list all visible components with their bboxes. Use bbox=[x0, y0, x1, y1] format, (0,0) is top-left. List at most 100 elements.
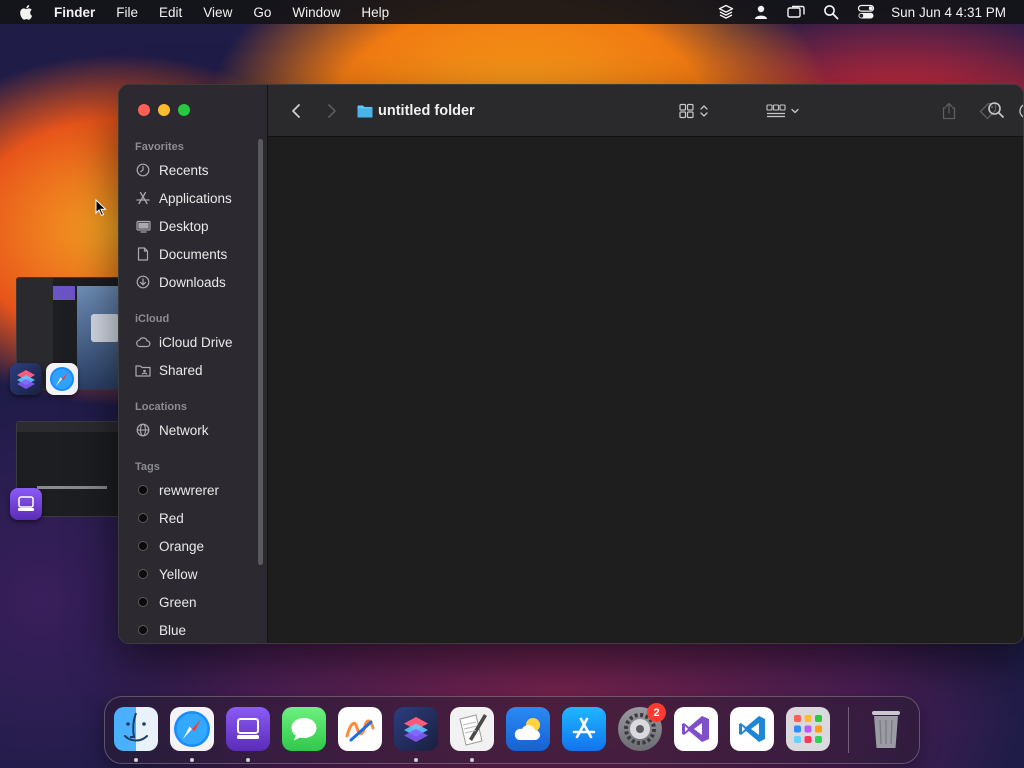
tag-dot-icon bbox=[138, 625, 148, 635]
thumbnail-header-block bbox=[53, 286, 75, 300]
menu-finder[interactable]: Finder bbox=[54, 5, 95, 20]
shortcuts-dock-icon[interactable] bbox=[394, 707, 438, 751]
running-indicator bbox=[134, 758, 138, 762]
running-indicator bbox=[190, 758, 194, 762]
search-icon[interactable] bbox=[984, 98, 1008, 122]
finder-sidebar: Favorites Recents Applications Desktop D… bbox=[119, 85, 268, 643]
window-title: untitled folder bbox=[357, 100, 475, 122]
launchpad-dock-icon[interactable] bbox=[786, 707, 830, 751]
sidebar-section-icloud: iCloud bbox=[135, 313, 170, 325]
tag-dot-icon bbox=[138, 541, 148, 551]
close-button[interactable] bbox=[138, 104, 150, 116]
sidebar-item-applications[interactable]: Applications bbox=[135, 186, 260, 210]
sidebar-section-tags: Tags bbox=[135, 461, 160, 473]
sidebar-section-favorites: Favorites bbox=[135, 141, 184, 153]
weather-dock-icon[interactable] bbox=[506, 707, 550, 751]
menu-view[interactable]: View bbox=[203, 5, 232, 20]
app-store-dock-icon[interactable] bbox=[562, 707, 606, 751]
download-icon bbox=[135, 274, 151, 290]
sidebar-item-network[interactable]: Network bbox=[135, 418, 260, 442]
safari-app-thumb-icon[interactable] bbox=[46, 363, 78, 395]
trash-dock-icon[interactable] bbox=[864, 707, 908, 751]
script-editor-dock-icon[interactable] bbox=[450, 707, 494, 751]
sidebar-item-desktop[interactable]: Desktop bbox=[135, 214, 260, 238]
sidebar-item-label: iCloud Drive bbox=[159, 334, 233, 350]
share-icon[interactable] bbox=[936, 99, 962, 123]
minimize-button[interactable] bbox=[158, 104, 170, 116]
sidebar-item-shared[interactable]: Shared bbox=[135, 358, 260, 382]
sidebar-item-downloads[interactable]: Downloads bbox=[135, 270, 260, 294]
globe-icon bbox=[135, 422, 151, 438]
document-icon bbox=[135, 246, 151, 262]
running-indicator bbox=[470, 758, 474, 762]
apple-menu-icon[interactable] bbox=[18, 3, 36, 21]
notification-badge: 2 bbox=[647, 703, 666, 722]
sidebar-scrollbar[interactable] bbox=[258, 139, 263, 565]
control-center-icon[interactable] bbox=[857, 3, 875, 21]
tag-dot-icon bbox=[138, 569, 148, 579]
sidebar-item-label: Network bbox=[159, 422, 209, 438]
layers-icon[interactable] bbox=[717, 3, 735, 21]
sidebar-tag-item[interactable]: rewwrerer bbox=[135, 478, 260, 502]
running-indicator bbox=[246, 758, 250, 762]
sidebar-item-label: Shared bbox=[159, 362, 203, 378]
zoom-button[interactable] bbox=[178, 104, 190, 116]
folder-content-area[interactable] bbox=[268, 137, 1023, 643]
forward-icon[interactable] bbox=[322, 99, 342, 123]
dock-separator bbox=[848, 707, 849, 753]
menu-file[interactable]: File bbox=[116, 5, 138, 20]
messages-dock-icon[interactable] bbox=[282, 707, 326, 751]
sidebar-tag-item[interactable]: Orange bbox=[135, 534, 260, 558]
sidebar-item-label: Red bbox=[159, 510, 184, 526]
apple-configurator-thumb-icon[interactable] bbox=[10, 488, 42, 520]
sidebar-item-label: Documents bbox=[159, 246, 228, 262]
folder-title-text: untitled folder bbox=[378, 103, 475, 119]
thumbnail-grid bbox=[91, 314, 119, 342]
sidebar-item-recents[interactable]: Recents bbox=[135, 158, 260, 182]
running-indicator bbox=[414, 758, 418, 762]
mouse-cursor-icon bbox=[95, 199, 107, 217]
clock-icon bbox=[135, 162, 151, 178]
sidebar-item-label: Applications bbox=[159, 190, 232, 206]
group-icon[interactable] bbox=[763, 99, 803, 123]
sidebar-item-documents[interactable]: Documents bbox=[135, 242, 260, 266]
sidebar-item-label: Downloads bbox=[159, 274, 226, 290]
thumbnail-toolbar bbox=[17, 422, 119, 432]
sidebar-tag-item[interactable]: Red bbox=[135, 506, 260, 530]
icon-view-icon[interactable] bbox=[673, 99, 713, 123]
finder-dock-icon[interactable] bbox=[114, 707, 158, 751]
cloud-icon bbox=[135, 334, 151, 350]
sidebar-tag-item[interactable]: Green bbox=[135, 590, 260, 614]
sidebar-tag-item[interactable]: Blue bbox=[135, 618, 260, 642]
screen-mirroring-icon[interactable] bbox=[787, 3, 805, 21]
applications-icon bbox=[135, 190, 151, 206]
user-icon[interactable] bbox=[752, 3, 770, 21]
dock: 2 bbox=[104, 696, 920, 764]
menu-window[interactable]: Window bbox=[292, 5, 340, 20]
apple-configurator-dock-icon[interactable] bbox=[226, 707, 270, 751]
sidebar-item-label: Yellow bbox=[159, 566, 198, 582]
tag-dot-icon bbox=[138, 513, 148, 523]
visual-studio-code-dock-icon[interactable] bbox=[730, 707, 774, 751]
tag-dot-icon bbox=[138, 597, 148, 607]
safari-dock-icon[interactable] bbox=[170, 707, 214, 751]
menu-go[interactable]: Go bbox=[253, 5, 271, 20]
folder-icon bbox=[357, 105, 373, 117]
sidebar-tag-item[interactable]: Yellow bbox=[135, 562, 260, 586]
sidebar-item-label: Desktop bbox=[159, 218, 209, 234]
back-icon[interactable] bbox=[286, 99, 306, 123]
finder-toolbar: untitled folder bbox=[268, 85, 1023, 137]
freeform-dock-icon[interactable] bbox=[338, 707, 382, 751]
more-actions-icon[interactable] bbox=[1016, 99, 1023, 123]
sidebar-item-icloud-drive[interactable]: iCloud Drive bbox=[135, 330, 260, 354]
menu-edit[interactable]: Edit bbox=[159, 5, 182, 20]
status-area: Sun Jun 4 4:31 PM bbox=[700, 0, 1006, 24]
menu-help[interactable]: Help bbox=[361, 5, 389, 20]
spotlight-search-icon[interactable] bbox=[822, 3, 840, 21]
sidebar-item-label: Orange bbox=[159, 538, 205, 554]
thumbnail-text-line bbox=[37, 486, 107, 489]
visual-studio-dock-icon[interactable] bbox=[674, 707, 718, 751]
shortcuts-app-thumb-icon[interactable] bbox=[10, 363, 42, 395]
menu-bar-clock[interactable]: Sun Jun 4 4:31 PM bbox=[891, 5, 1006, 20]
finder-window: Favorites Recents Applications Desktop D… bbox=[118, 84, 1024, 644]
